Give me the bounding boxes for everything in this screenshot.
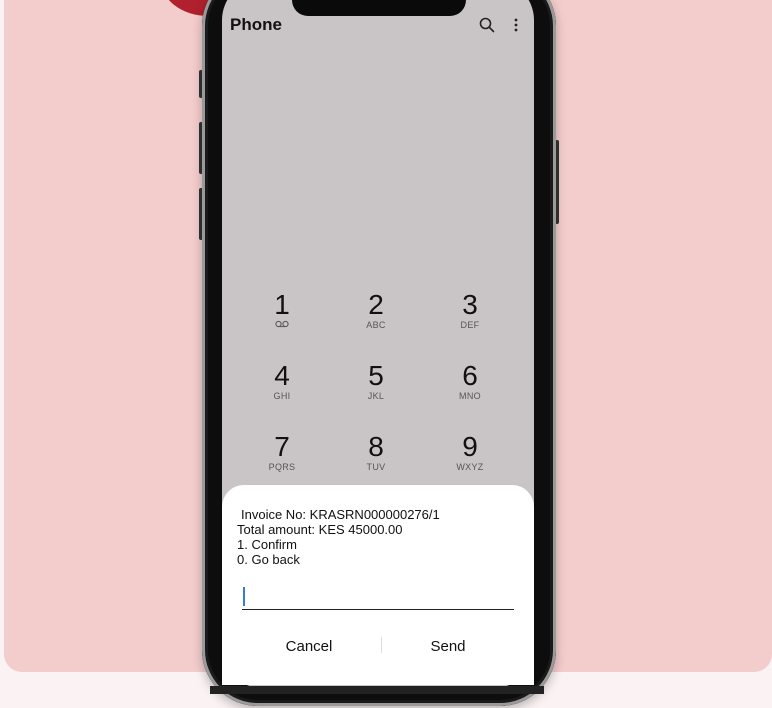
dial-key-7[interactable]: 7 PQRS bbox=[242, 432, 322, 490]
dial-key-digit: 2 bbox=[368, 289, 384, 320]
dial-key-digit: 9 bbox=[462, 431, 478, 462]
dial-key-letters: MNO bbox=[459, 391, 481, 401]
phone-notch bbox=[292, 0, 466, 16]
dialog-amount-line: Total amount: KES 45000.00 bbox=[237, 522, 403, 537]
dial-key-digit: 6 bbox=[462, 360, 478, 391]
text-cursor bbox=[243, 587, 245, 606]
dial-key-digit: 1 bbox=[274, 289, 290, 320]
dial-key-letters: ABC bbox=[366, 320, 386, 330]
dial-key-4[interactable]: 4 GHI bbox=[242, 361, 322, 419]
dial-key-digit: 8 bbox=[368, 431, 384, 462]
dial-key-letters: GHI bbox=[273, 391, 291, 401]
dial-key-1[interactable]: 1 bbox=[242, 290, 322, 348]
voicemail-icon bbox=[242, 320, 322, 330]
dialog-invoice-line: Invoice No: KRASRN000000276/1 bbox=[241, 507, 440, 522]
dial-key-letters: PQRS bbox=[268, 462, 296, 472]
ussd-reply-input[interactable] bbox=[242, 585, 514, 610]
search-icon[interactable] bbox=[479, 17, 495, 33]
dial-key-5[interactable]: 5 JKL bbox=[336, 361, 416, 419]
dial-key-8[interactable]: 8 TUV bbox=[336, 432, 416, 490]
send-button[interactable]: Send bbox=[378, 633, 518, 659]
dial-key-9[interactable]: 9 WXYZ bbox=[430, 432, 510, 490]
dial-key-letters: TUV bbox=[366, 462, 386, 472]
more-vert-icon[interactable] bbox=[513, 17, 519, 33]
dial-key-digit: 7 bbox=[274, 431, 290, 462]
dial-key-2[interactable]: 2 ABC bbox=[336, 290, 416, 348]
dial-key-digit: 5 bbox=[368, 360, 384, 391]
dial-key-letters: JKL bbox=[367, 391, 385, 401]
dial-key-3[interactable]: 3 DEF bbox=[430, 290, 510, 348]
phone-bottom-bezel bbox=[210, 686, 544, 694]
app-title: Phone bbox=[230, 15, 282, 34]
cancel-button[interactable]: Cancel bbox=[239, 633, 379, 659]
dial-key-digit: 3 bbox=[462, 289, 478, 320]
dial-key-digit: 4 bbox=[274, 360, 290, 391]
dial-key-letters: DEF bbox=[460, 320, 480, 330]
dial-key-letters: WXYZ bbox=[456, 462, 484, 472]
dial-key-6[interactable]: 6 MNO bbox=[430, 361, 510, 419]
dialog-option-go-back: 0. Go back bbox=[237, 552, 300, 567]
dialog-option-confirm: 1. Confirm bbox=[237, 537, 297, 552]
